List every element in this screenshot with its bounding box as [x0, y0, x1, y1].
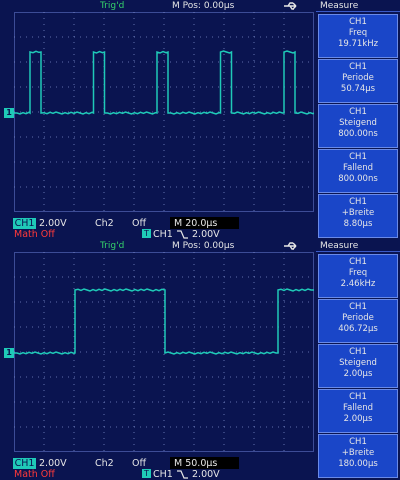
ch2-label: Ch2: [95, 218, 114, 229]
measure-item[interactable]: CH1 Steigend 2.00µs: [318, 344, 398, 388]
trigger-source: CH1: [153, 469, 173, 480]
ch2-status: Off: [132, 458, 147, 469]
timebase: M 20.0µs: [174, 218, 218, 229]
status-bar: Trig'd M Pos: 0.00µs: [0, 240, 316, 252]
measure-item[interactable]: CH1 Freq 2.46kHz: [318, 254, 398, 298]
measure-item[interactable]: CH1 Fallend 800.00ns: [318, 149, 398, 193]
usb-icon: [284, 242, 297, 250]
ch1-ground-marker[interactable]: 1: [4, 348, 14, 358]
falling-edge-icon: [177, 470, 188, 479]
measure-item[interactable]: CH1 Periode 50.74µs: [318, 59, 398, 103]
trigger-source: CH1: [153, 229, 173, 240]
main-position: M Pos: 0.00µs: [172, 241, 235, 251]
measure-item[interactable]: CH1 Steigend 800.00ns: [318, 104, 398, 148]
status-bar: Trig'd M Pos: 0.00µs: [0, 0, 316, 12]
trigger-level: 2.00V: [192, 469, 220, 480]
measure-title: Measure: [316, 240, 400, 252]
measure-panel: Measure CH1 Freq 19.71kHz CH1 Periode 50.74µ…: [316, 0, 400, 240]
trigger-status: Trig'd: [100, 1, 125, 11]
measure-item[interactable]: CH1 +Breite 180.00µs: [318, 434, 398, 478]
math-status: Math Off: [14, 229, 55, 240]
waveform-display: [14, 12, 314, 212]
channel-info-bar: CH1 2.00V Ch2 Off M 20.0µs Math Off T CH…: [0, 216, 316, 240]
scope-screen-top: Trig'd M Pos: 0.00µs 1 CH1 2.00V Ch2 Off…: [0, 0, 400, 240]
trigger-icon: T: [142, 469, 151, 478]
graticule-lines: [14, 12, 314, 212]
math-status: Math Off: [14, 469, 55, 480]
measure-panel: Measure CH1 Freq 2.46kHz CH1 Periode 406.72µ…: [316, 240, 400, 480]
graticule-lines: [14, 252, 314, 452]
ch1-volts-div: 2.00V: [39, 218, 67, 229]
trigger-icon: T: [142, 229, 151, 238]
falling-edge-icon: [177, 230, 188, 239]
timebase: M 50.0µs: [174, 458, 218, 469]
ch1-ground-marker[interactable]: 1: [4, 108, 14, 118]
ch1-badge[interactable]: CH1: [13, 458, 36, 469]
ch2-label: Ch2: [95, 458, 114, 469]
channel-info-bar: CH1 2.00V Ch2 Off M 50.0µs Math Off T CH…: [0, 456, 316, 480]
usb-icon: [284, 2, 297, 10]
ch1-badge[interactable]: CH1: [13, 218, 36, 229]
trigger-level: 2.00V: [192, 229, 220, 240]
measure-item[interactable]: CH1 Fallend 2.00µs: [318, 389, 398, 433]
measure-title: Measure: [316, 0, 400, 12]
trigger-status: Trig'd: [100, 241, 125, 251]
ch1-volts-div: 2.00V: [39, 458, 67, 469]
waveform-display: [14, 252, 314, 452]
main-position: M Pos: 0.00µs: [172, 1, 235, 11]
measure-item[interactable]: CH1 Periode 406.72µs: [318, 299, 398, 343]
ch1-trace: [14, 288, 314, 355]
measure-item[interactable]: CH1 +Breite 8.80µs: [318, 194, 398, 238]
scope-screen-bottom: Trig'd M Pos: 0.00µs 1 CH1 2.00V Ch2 Off…: [0, 240, 400, 480]
measure-item[interactable]: CH1 Freq 19.71kHz: [318, 14, 398, 58]
ch2-status: Off: [132, 218, 147, 229]
